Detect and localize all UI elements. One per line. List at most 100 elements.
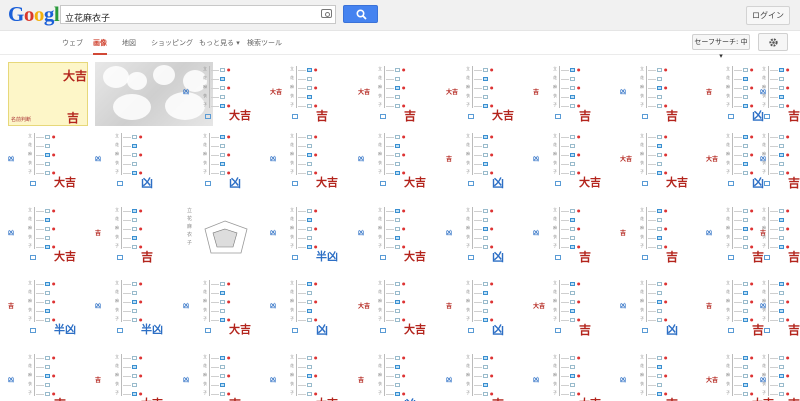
search-input[interactable] (61, 9, 311, 26)
connector (561, 220, 569, 221)
side-fortune: 凶 (358, 157, 365, 163)
result-thumbnail[interactable]: 凶立●花麻●衣子●大吉 (358, 203, 442, 267)
result-thumbnail[interactable]: 吉立●花麻●衣子●凶 (446, 129, 530, 193)
score-box (395, 291, 400, 295)
name-glyph: 子 (640, 169, 644, 174)
result-thumbnail[interactable]: 凶立●花麻●衣子●吉 (183, 350, 267, 401)
result-thumbnail[interactable]: 凶立●花麻●衣子●吉 (760, 62, 800, 126)
result-thumbnail[interactable]: 吉立 ● 花麻 ● 衣子 ● 半凶 (8, 276, 92, 340)
result-thumbnail[interactable]: 大吉 名前判断 吉 (8, 62, 88, 126)
name-glyph: 衣 (187, 232, 193, 238)
result-thumbnail[interactable]: 凶立●花麻●衣子●吉 (760, 350, 800, 401)
result-thumbnail[interactable]: 大吉立●花麻●衣子●大吉 (620, 129, 704, 193)
result-thumbnail[interactable]: 凶立 ● 花麻 ● 衣子 ● 半凶 (270, 203, 354, 267)
result-thumbnail[interactable]: 凶立●花麻●衣子●吉 (760, 129, 800, 193)
side-fortune: 吉 (358, 378, 365, 384)
result-thumbnail[interactable]: 立花麻衣子 (183, 203, 267, 267)
result-thumbnail[interactable]: 大吉立 ● 花麻 ● 衣子 ● 吉 (533, 276, 617, 340)
connector (474, 155, 482, 156)
result-thumbnail[interactable]: 凶立 ● 花麻 ● 衣子 ● 半凶 (95, 276, 179, 340)
name-glyph: 花 (640, 142, 644, 147)
result-thumbnail[interactable]: 凶立●花麻●衣子●大吉 (183, 62, 267, 126)
result-thumbnail[interactable]: 吉立 ● 花麻 ● 衣子 ● 吉 (533, 62, 617, 126)
result-thumbnail[interactable]: 吉立●花麻●衣子●凶 (358, 350, 442, 401)
result-thumbnail[interactable]: 凶立●花麻●衣子●大吉 (8, 203, 92, 267)
mini-box (642, 328, 648, 333)
marker: ● (750, 299, 754, 304)
result-thumbnail[interactable]: 凶立●花麻●衣子●吉 (533, 203, 617, 267)
result-thumbnail[interactable]: 凶立●花麻●衣子●吉 (8, 350, 92, 401)
tab-more[interactable]: もっと見る ▾ (199, 38, 240, 48)
result-thumbnail[interactable]: 凶立●花麻●衣子●吉 (446, 350, 530, 401)
safesearch-dropdown[interactable]: セーフサーチ: 中 ▾ (692, 34, 750, 60)
result-thumbnail[interactable]: 吉立 ● 花麻 ● 衣子 ● 吉 (620, 203, 704, 267)
result-thumbnail[interactable]: 凶立 ● 花麻 ● 衣子 ● 凶 (620, 276, 704, 340)
tab-maps[interactable]: 地図 (122, 38, 136, 48)
result-thumbnail[interactable]: 大吉立 ● 花麻 ● 衣子 ● 吉 (358, 62, 442, 126)
connector (123, 302, 131, 303)
result-thumbnail[interactable]: 吉立●花麻●衣子●大吉 (95, 350, 179, 401)
result-thumbnail[interactable]: 凶立●花麻●衣子●大吉 (533, 350, 617, 401)
google-logo[interactable]: Google (8, 2, 69, 26)
result-thumbnail[interactable]: 大吉立●花麻●衣子●大吉 (446, 62, 530, 126)
score-box (220, 95, 225, 99)
side-fortune: 大吉 (446, 90, 459, 96)
score-box (307, 236, 312, 240)
login-button[interactable]: ログイン (746, 6, 790, 25)
result-thumbnail[interactable]: 凶立●花麻●衣子●吉 (620, 350, 704, 401)
side-fortune: 凶 (533, 378, 540, 384)
name-glyph: 麻 (290, 151, 294, 156)
connector (734, 238, 742, 239)
fortune-label: 凶 (229, 176, 242, 190)
tree-line (384, 133, 385, 175)
name-glyph: 立 (726, 66, 730, 71)
settings-button[interactable] (758, 33, 788, 51)
tab-search-tools[interactable]: 検索ツール (247, 38, 282, 48)
connector (561, 155, 569, 156)
result-thumbnail[interactable]: 大吉立 ● 花麻 ● 衣子 ● 吉 (270, 62, 354, 126)
name-glyph: 子 (726, 316, 730, 321)
result-thumbnail[interactable]: 凶立●花麻●衣子●吉 (760, 276, 800, 340)
name-glyph: 衣 (28, 307, 32, 312)
name-glyph: 子 (553, 390, 557, 395)
connector (770, 79, 778, 80)
result-thumbnail[interactable]: 吉立 ● 花麻 ● 衣子 ● 吉 (95, 203, 179, 267)
side-fortune: 凶 (8, 157, 15, 163)
search-button[interactable] (343, 5, 378, 23)
result-thumbnail[interactable]: 凶立●花麻●衣子●大吉 (270, 129, 354, 193)
mini-box (764, 328, 770, 333)
result-thumbnail[interactable]: 凶立 ● 花麻 ● 衣子 ● 凶 (95, 129, 179, 193)
score-box (307, 383, 312, 387)
connector (386, 367, 394, 368)
score-box (657, 282, 662, 286)
fortune-label: 吉 (788, 176, 800, 190)
result-thumbnail[interactable]: 凶立●花麻●衣子●大吉 (8, 129, 92, 193)
score-box (779, 356, 784, 360)
score-box (220, 171, 225, 175)
score-box (132, 309, 137, 313)
result-thumbnail[interactable]: 凶立●花麻●衣子●吉 (620, 62, 704, 126)
tab-shopping[interactable]: ショッピング (151, 38, 193, 48)
name-glyph: 麻 (726, 298, 730, 303)
result-thumbnail[interactable]: 凶立●花麻●衣子●大吉 (183, 276, 267, 340)
result-thumbnail[interactable]: 凶立 ● 花麻 ● 衣子 ● 凶 (446, 203, 530, 267)
connector (561, 247, 569, 248)
name-glyph: 衣 (290, 160, 294, 165)
tree-line (384, 207, 385, 249)
result-thumbnail[interactable]: 凶立●花麻●衣子●大吉 (270, 350, 354, 401)
result-thumbnail[interactable]: 吉立 ● 花麻 ● 衣子 ● 吉 (760, 203, 800, 267)
name-glyph: 立 (378, 66, 382, 71)
connector (298, 320, 306, 321)
result-thumbnail[interactable]: 吉立●花麻●衣子●凶 (446, 276, 530, 340)
score-box (220, 383, 225, 387)
result-thumbnail[interactable]: 立 ● 花麻 ● 衣子 ● 凶 (183, 129, 267, 193)
result-thumbnail[interactable]: 大吉立●花麻●衣子●大吉 (358, 276, 442, 340)
score-box (657, 392, 662, 396)
result-thumbnail[interactable]: 凶立●花麻●衣子●大吉 (533, 129, 617, 193)
tab-images[interactable]: 画像 (93, 38, 107, 55)
tab-web[interactable]: ウェブ (62, 38, 83, 48)
camera-icon[interactable] (321, 9, 332, 18)
result-thumbnail[interactable]: 凶立 ● 花麻 ● 衣子 ● 凶 (270, 276, 354, 340)
connector (386, 106, 394, 107)
result-thumbnail[interactable]: 凶立●花麻●衣子●大吉 (358, 129, 442, 193)
